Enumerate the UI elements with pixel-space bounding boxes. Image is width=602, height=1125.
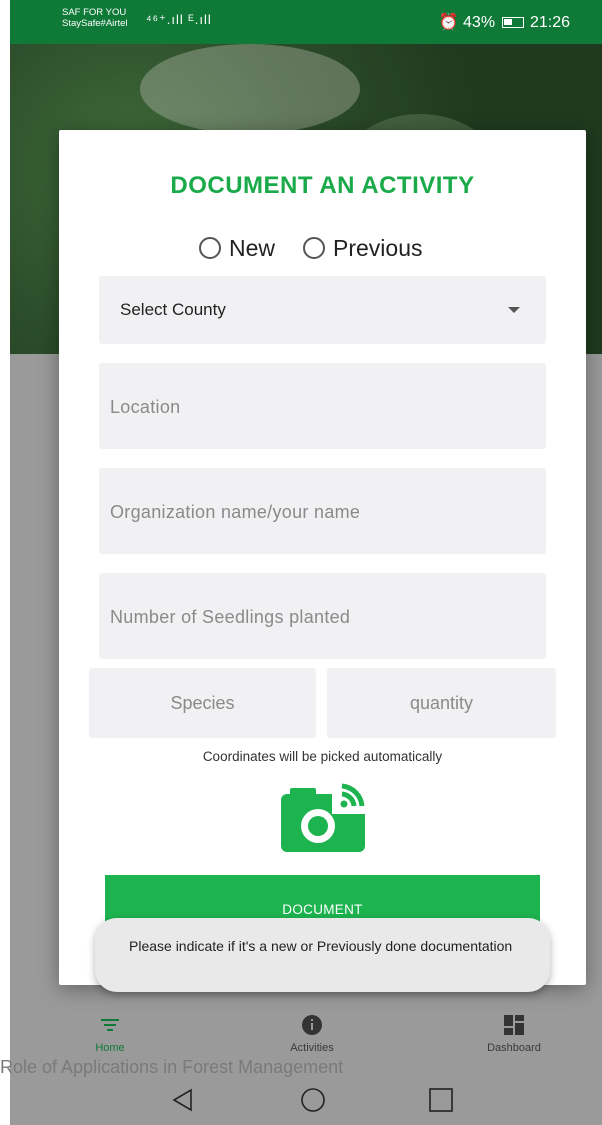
battery-icon: [501, 17, 524, 28]
image-caption: Role of Applications in Forest Managemen…: [0, 1057, 344, 1077]
nav-home-label: Home: [95, 1042, 125, 1054]
nav-activities[interactable]: Activities: [252, 1014, 372, 1054]
seedlings-input[interactable]: Number of Seedlings planted: [99, 573, 546, 659]
location-placeholder: Location: [110, 397, 181, 417]
nav-dashboard[interactable]: Dashboard: [454, 1014, 574, 1054]
location-input[interactable]: Location: [99, 363, 546, 449]
dashboard-icon: [504, 1015, 524, 1035]
organization-placeholder: Organization name/your name: [110, 502, 361, 522]
organization-input[interactable]: Organization name/your name: [99, 468, 546, 554]
filter-list-icon: [101, 1019, 119, 1031]
clock: 21:26: [529, 14, 570, 31]
system-navigation-bar: [10, 1070, 602, 1125]
county-select[interactable]: Select County: [99, 276, 546, 344]
carrier-label: SAF FOR YOU StaySafe#Airtel: [62, 7, 127, 29]
dropdown-arrow-icon[interactable]: [508, 307, 520, 313]
coordinates-note: Coordinates will be picked automatically: [202, 749, 443, 764]
home-circle-icon[interactable]: [300, 1087, 326, 1113]
radio-circle-icon[interactable]: [199, 237, 221, 259]
camera-icon[interactable]: [280, 780, 366, 854]
nav-activities-label: Activities: [290, 1042, 334, 1054]
radio-previous[interactable]: Previous: [303, 234, 423, 262]
entry-type-radio-group: New Previous: [199, 232, 451, 264]
seedlings-placeholder: Number of Seedlings planted: [110, 607, 351, 627]
species-input[interactable]: Species: [89, 668, 316, 738]
radio-circle-icon[interactable]: [303, 237, 326, 259]
status-right: ⏰ 43% 21:26: [439, 12, 570, 32]
status-bar: SAF FOR YOU StaySafe#Airtel ⁴⁶⁺.ıll ᴱ.ıl…: [10, 0, 602, 44]
carrier-line-1: SAF FOR YOU: [62, 7, 127, 18]
signal-icon: ⁴⁶⁺.ıll ᴱ.ıll: [146, 12, 212, 27]
alarm-icon: ⏰: [438, 14, 459, 31]
phone-screen: SAF FOR YOU StaySafe#Airtel ⁴⁶⁺.ıll ᴱ.ıl…: [10, 0, 602, 1125]
info-icon: [302, 1015, 322, 1035]
nav-dashboard-label: Dashboard: [487, 1042, 541, 1054]
dialog-title: DOCUMENT AN ACTIVITY: [170, 172, 475, 199]
county-select-value: Select County: [120, 300, 226, 319]
recents-square-icon[interactable]: [428, 1087, 454, 1113]
document-activity-dialog: DOCUMENT AN ACTIVITY New Previous Select…: [59, 130, 586, 985]
battery-percent: 43%: [463, 14, 496, 31]
radio-previous-label: Previous: [333, 234, 423, 261]
nav-home[interactable]: Home: [50, 1014, 170, 1054]
carrier-line-2: StaySafe#Airtel: [62, 18, 128, 29]
back-icon[interactable]: [170, 1087, 196, 1113]
toast-message: Please indicate if it's a new or Previou…: [95, 918, 550, 992]
radio-new[interactable]: New: [199, 235, 275, 262]
radio-new-label: New: [229, 234, 276, 261]
quantity-input[interactable]: quantity: [327, 668, 556, 738]
